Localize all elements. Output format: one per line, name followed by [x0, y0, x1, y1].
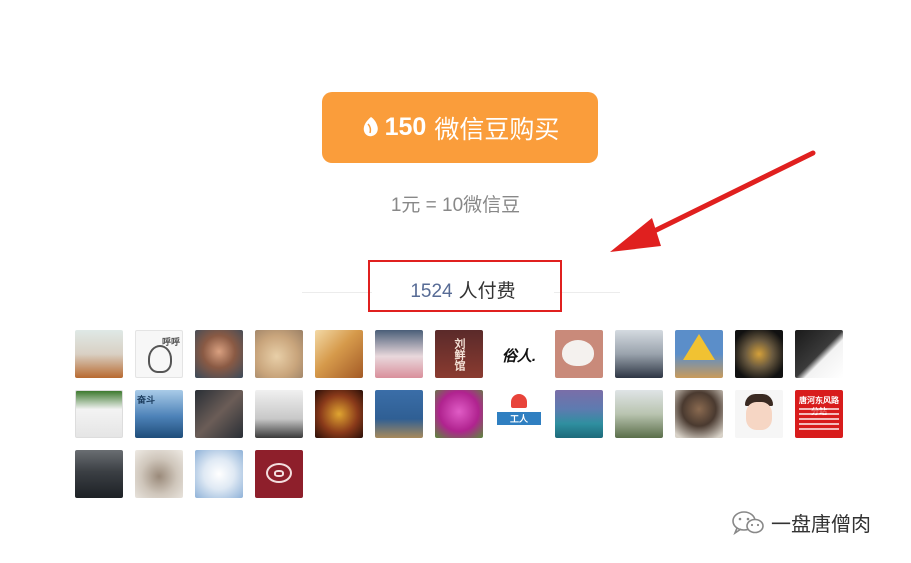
payer-avatar[interactable]	[735, 330, 783, 378]
payer-avatar[interactable]	[315, 330, 363, 378]
payer-avatar[interactable]: 奋斗	[135, 390, 183, 438]
wechat-bean-icon	[363, 116, 378, 136]
payer-avatar[interactable]	[795, 330, 843, 378]
payer-avatar-grid: 呼呼 刘鲜馆 俗人. 奋斗 工人 唐河东风路	[75, 330, 855, 498]
bean-amount: 150	[384, 113, 427, 141]
reward-panel: 150 微信豆购买 1元 = 10微信豆 1524人付费 呼呼 刘鲜馆 俗人.	[0, 0, 911, 563]
payer-avatar[interactable]	[555, 330, 603, 378]
payer-avatar[interactable]	[375, 330, 423, 378]
payer-avatar[interactable]	[75, 330, 123, 378]
payer-avatar[interactable]	[75, 390, 123, 438]
avatar-caption: 刘鲜馆	[453, 338, 465, 371]
wechat-icon	[732, 510, 764, 535]
payer-avatar[interactable]	[555, 390, 603, 438]
payer-avatar[interactable]: 唐河东风路分站	[795, 390, 843, 438]
payer-avatar[interactable]	[75, 450, 123, 498]
buy-with-beans-button[interactable]: 150 微信豆购买	[322, 92, 598, 163]
account-name: 一盘唐僧肉	[771, 514, 871, 536]
payer-avatar[interactable]	[195, 450, 243, 498]
payer-avatar[interactable]	[195, 330, 243, 378]
payer-avatar[interactable]	[375, 390, 423, 438]
payer-avatar[interactable]	[435, 390, 483, 438]
exchange-rate-text: 1元 = 10微信豆	[390, 195, 521, 216]
payer-avatar[interactable]	[255, 390, 303, 438]
payer-avatar[interactable]	[675, 330, 723, 378]
payer-avatar[interactable]: 刘鲜馆	[435, 330, 483, 378]
payer-avatar[interactable]	[255, 330, 303, 378]
payer-avatar[interactable]	[195, 390, 243, 438]
account-watermark: 一盘唐僧肉	[731, 508, 871, 537]
avatar-caption: 俗人.	[501, 348, 537, 365]
payer-avatar[interactable]	[315, 390, 363, 438]
payer-avatar[interactable]: 工人	[495, 390, 543, 438]
payer-avatar[interactable]	[615, 390, 663, 438]
payer-avatar[interactable]	[735, 390, 783, 438]
payer-avatar[interactable]: 俗人.	[495, 330, 543, 378]
payer-avatar[interactable]	[135, 450, 183, 498]
avatar-caption: 奋斗	[137, 395, 156, 405]
avatar-caption: 工人	[497, 412, 541, 425]
highlight-box-annotation	[368, 260, 562, 312]
payer-avatar[interactable]	[255, 450, 303, 498]
payer-avatar[interactable]	[615, 330, 663, 378]
payer-avatar[interactable]	[675, 390, 723, 438]
payer-avatar[interactable]: 呼呼	[135, 330, 183, 378]
buy-label: 微信豆购买	[434, 115, 560, 144]
